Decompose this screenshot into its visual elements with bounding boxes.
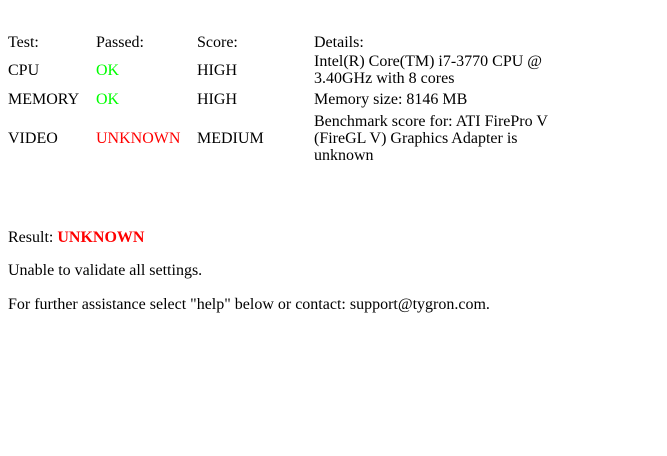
details-cpu: Intel(R) Core(TM) i7-3770 CPU @ 3.40GHz … xyxy=(314,53,543,87)
passed-status-video: UNKNOWN xyxy=(96,129,181,147)
table-row-memory: MEMORY OK HIGH Memory size: 8146 MB xyxy=(6,87,576,111)
test-name-cpu: CPU xyxy=(8,61,40,79)
score-memory: HIGH xyxy=(197,90,237,108)
header-test: Test: xyxy=(8,33,39,51)
score-cpu: HIGH xyxy=(197,61,237,79)
validation-message: Unable to validate all settings. xyxy=(8,262,203,279)
support-contact-text: For further assistance select "help" bel… xyxy=(8,296,490,313)
details-memory: Memory size: 8146 MB xyxy=(314,90,468,108)
header-passed: Passed: xyxy=(96,33,144,51)
passed-status-memory: OK xyxy=(96,90,120,108)
score-video: MEDIUM xyxy=(197,129,264,147)
settings-check-table: Test: Passed: Score: Details: CPU OK HIG… xyxy=(6,31,576,165)
passed-status-cpu: OK xyxy=(96,61,120,79)
result-status: UNKNOWN xyxy=(57,229,145,246)
result-label: Result: xyxy=(8,229,58,246)
header-score: Score: xyxy=(197,33,238,51)
details-video: Benchmark score for: ATI FirePro V (Fire… xyxy=(314,112,548,164)
result-line: Result: UNKNOWN xyxy=(8,229,144,247)
test-name-video: VIDEO xyxy=(8,129,58,147)
table-header-row: Test: Passed: Score: Details: xyxy=(6,31,576,53)
header-details: Details: xyxy=(314,33,364,51)
table-row-cpu: CPU OK HIGH Intel(R) Core(TM) i7-3770 CP… xyxy=(6,53,576,87)
test-name-memory: MEMORY xyxy=(8,90,80,108)
table-row-video: VIDEO UNKNOWN MEDIUM Benchmark score for… xyxy=(6,111,576,165)
